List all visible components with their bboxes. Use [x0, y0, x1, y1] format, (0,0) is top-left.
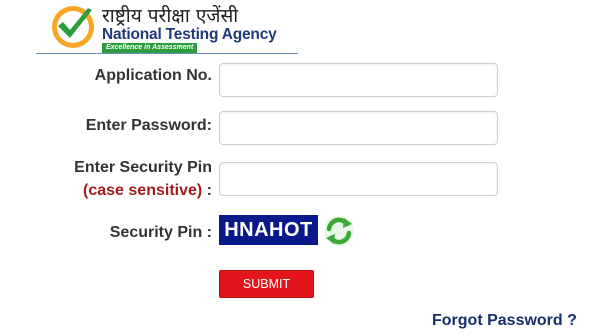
- case-sensitive-note: (case sensitive) :: [83, 182, 212, 200]
- security-pin-label: Enter Security Pin: [74, 159, 212, 176]
- logo-hindi-text: राष्ट्रीय परीक्षा एजेंसी: [102, 5, 239, 27]
- application-no-input[interactable]: [219, 63, 498, 97]
- security-pin-input[interactable]: [219, 162, 498, 196]
- refresh-icon[interactable]: [322, 214, 356, 248]
- logo-english-text: National Testing Agency: [102, 26, 277, 43]
- logo-tagline: Excellence in Assessment: [102, 43, 198, 53]
- case-sensitive-text: (case sensitive): [83, 182, 203, 199]
- password-label: Enter Password:: [85, 117, 212, 134]
- forgot-password-link[interactable]: Forgot Password ?: [432, 312, 577, 330]
- nta-checkmark-icon: [52, 6, 94, 48]
- header-divider: [36, 53, 298, 54]
- nta-logo: राष्ट्रीय परीक्षा एजेंसी National Testin…: [36, 2, 300, 54]
- submit-button[interactable]: SUBMIT: [219, 270, 314, 298]
- application-no-label: Application No.: [94, 67, 212, 84]
- captcha-label: Security Pin :: [109, 224, 212, 241]
- password-input[interactable]: [219, 111, 498, 145]
- case-sensitive-colon: :: [202, 182, 212, 199]
- captcha-image: HNAHOT: [219, 215, 318, 245]
